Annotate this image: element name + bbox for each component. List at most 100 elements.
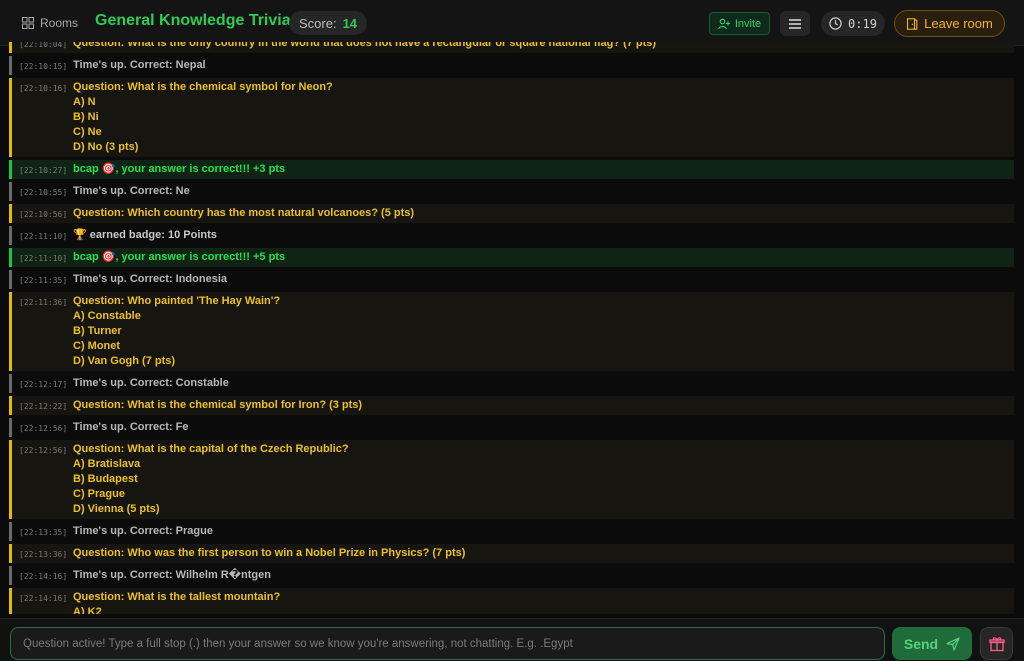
timer-value: 0:19 <box>848 16 877 31</box>
message-body: Question: Who painted 'The Hay Wain'? A) … <box>73 294 280 369</box>
gift-icon <box>988 636 1005 651</box>
composer: Send <box>0 618 1024 661</box>
system-message: [22:11:35] Time's up. Correct: Indonesia <box>9 270 1014 289</box>
message-timestamp: [22:10:56] <box>19 210 68 219</box>
answer-option: D) Van Gogh (7 pts) <box>73 355 176 367</box>
message-text: Time's up. Correct: Prague <box>73 525 213 537</box>
message-timestamp: [22:14:16] <box>19 594 68 603</box>
answer-option: C) Monet <box>73 340 121 352</box>
system-message: [22:10:15] Time's up. Correct: Nepal <box>9 56 1014 75</box>
answer-option: C) Ne <box>73 126 102 138</box>
room-title: General Knowledge Trivia <box>95 12 291 29</box>
message-body: 🏆 earned badge: 10 Points <box>73 228 217 243</box>
question-timer: 0:19 <box>821 11 885 36</box>
message-text: 🏆 earned badge: 10 Points <box>73 229 217 241</box>
message-timestamp: [22:11:10] <box>19 232 68 241</box>
question-message: [22:12:22] Question: What is the chemical… <box>9 396 1014 415</box>
answer-option: D) Vienna (5 pts) <box>73 503 160 515</box>
answer-option: A) K2 <box>73 606 102 614</box>
message-timestamp: [22:12:56] <box>19 446 68 455</box>
room-header: Rooms General Knowledge Trivia Score: 14… <box>0 0 1024 46</box>
message-timestamp: [22:12:22] <box>19 402 68 411</box>
question-message: [22:13:36] Question: Who was the first pe… <box>9 544 1014 563</box>
message-timestamp: [22:12:17] <box>19 380 68 389</box>
message-timestamp: [22:11:10] <box>19 254 68 263</box>
message-body: Time's up. Correct: Wilhelm R�ntgen <box>73 568 271 583</box>
system-message: [22:12:56] Time's up. Correct: Fe <box>9 418 1014 437</box>
chat-input[interactable] <box>21 636 874 651</box>
message-timestamp: [22:10:04] <box>19 42 68 49</box>
score-badge: Score: 14 <box>289 11 368 35</box>
question-message: [22:14:16] Question: What is the tallest … <box>9 588 1014 614</box>
chat-input-box[interactable] <box>10 627 885 660</box>
message-text: Time's up. Correct: Fe <box>73 421 189 433</box>
message-timestamp: [22:13:35] <box>19 528 68 537</box>
message-text: Question: What is the tallest mountain? <box>73 591 281 603</box>
invite-button[interactable]: Invite <box>709 12 770 35</box>
message-body: Question: What is the chemical symbol fo… <box>73 80 333 155</box>
send-button[interactable]: Send <box>892 627 972 660</box>
message-timestamp: [22:10:55] <box>19 188 68 197</box>
score-value: 14 <box>342 15 358 31</box>
message-timestamp: [22:14:16] <box>19 572 68 581</box>
message-text: Question: What is the chemical symbol fo… <box>73 81 333 93</box>
system-message: [22:14:16] Time's up. Correct: Wilhelm R�… <box>9 566 1014 585</box>
leave-room-label: Leave room <box>924 16 993 31</box>
door-icon <box>907 17 918 30</box>
user-plus-icon <box>717 18 730 29</box>
menu-button[interactable] <box>780 11 810 36</box>
score-label: Score: <box>299 15 337 31</box>
correct-answer-message: [22:11:10] bcap 🎯, your answer is correct… <box>9 248 1014 267</box>
message-timestamp: [22:12:56] <box>19 424 68 433</box>
leave-room-button[interactable]: Leave room <box>894 10 1005 37</box>
answer-option: D) No (3 pts) <box>73 141 139 153</box>
answer-option: B) Budapest <box>73 473 138 485</box>
message-text: bcap 🎯, your answer is correct!!! +5 pts <box>73 251 286 263</box>
grid-icon <box>22 17 34 29</box>
system-message: [22:12:17] Time's up. Correct: Constable <box>9 374 1014 393</box>
question-message: [22:10:04] Question: What is the only cou… <box>9 42 1014 53</box>
message-text: Question: What is the capital of the Cze… <box>73 443 349 455</box>
message-body: Time's up. Correct: Fe <box>73 420 189 435</box>
correct-answer-message: [22:10:27] bcap 🎯, your answer is correct… <box>9 160 1014 179</box>
message-text: Time's up. Correct: Ne <box>73 185 190 197</box>
hamburger-icon <box>789 18 801 29</box>
message-body: Question: What is the capital of the Cze… <box>73 442 349 517</box>
message-body: Question: Which country has the most nat… <box>73 206 414 221</box>
question-message: [22:12:56] Question: What is the capital … <box>9 440 1014 519</box>
answer-option: B) Turner <box>73 325 122 337</box>
message-timestamp: [22:11:35] <box>19 276 68 285</box>
message-text: Question: What is the chemical symbol fo… <box>73 399 363 411</box>
clock-icon <box>829 17 842 30</box>
message-body: bcap 🎯, your answer is correct!!! +5 pts <box>73 250 285 265</box>
send-icon <box>946 636 960 651</box>
message-timestamp: [22:10:27] <box>19 166 68 175</box>
message-text: Time's up. Correct: Constable <box>73 377 229 389</box>
message-body: Time's up. Correct: Ne <box>73 184 190 199</box>
answer-option: C) Prague <box>73 488 125 500</box>
question-message: [22:10:16] Question: What is the chemical… <box>9 78 1014 157</box>
system-message: [22:10:55] Time's up. Correct: Ne <box>9 182 1014 201</box>
message-body: Question: What is the only country in th… <box>73 42 656 51</box>
message-text: Question: Who was the first person to wi… <box>73 547 466 559</box>
question-message: [22:10:56] Question: Which country has th… <box>9 204 1014 223</box>
answer-option: B) Ni <box>73 111 99 123</box>
message-body: Question: What is the tallest mountain? A… <box>73 590 280 614</box>
message-body: Time's up. Correct: Constable <box>73 376 229 391</box>
message-timestamp: [22:11:36] <box>19 298 68 307</box>
message-text: Time's up. Correct: Indonesia <box>73 273 227 285</box>
message-text: Time's up. Correct: Nepal <box>73 59 206 71</box>
message-body: Time's up. Correct: Prague <box>73 524 213 539</box>
chat-feed[interactable]: [22:10:04] Question: What is the only cou… <box>9 42 1014 614</box>
message-timestamp: [22:10:16] <box>19 84 68 93</box>
message-text: Question: Which country has the most nat… <box>73 207 415 219</box>
gift-button[interactable] <box>980 627 1013 660</box>
answer-option: A) N <box>73 96 96 108</box>
system-message: [22:13:35] Time's up. Correct: Prague <box>9 522 1014 541</box>
rooms-button[interactable]: Rooms <box>22 10 78 36</box>
answer-option: A) Constable <box>73 310 141 322</box>
message-timestamp: [22:13:36] <box>19 550 68 559</box>
message-text: Question: Who painted 'The Hay Wain'? <box>73 295 281 307</box>
message-body: Time's up. Correct: Nepal <box>73 58 206 73</box>
badge-message: [22:11:10] 🏆 earned badge: 10 Points <box>9 226 1014 245</box>
